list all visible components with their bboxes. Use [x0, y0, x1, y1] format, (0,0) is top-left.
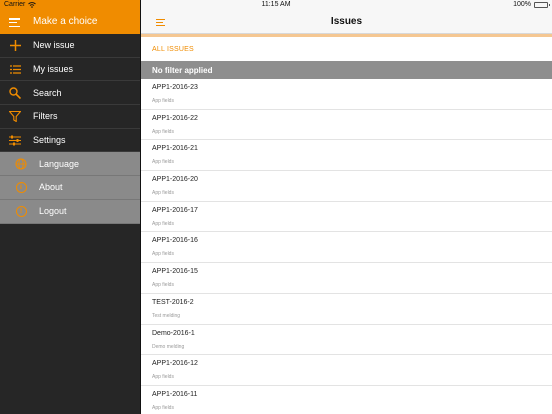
list-item[interactable]: APP1-2016-15 App fields — [141, 263, 552, 294]
issue-code: APP1-2016-16 — [152, 237, 198, 245]
issue-subtitle: App fields — [152, 282, 174, 289]
issue-subtitle: App fields — [152, 404, 174, 411]
list-item[interactable]: APP1-2016-20 App fields — [141, 171, 552, 202]
clock: 11:15 AM — [261, 1, 291, 8]
tab-all-issues[interactable]: ALL ISSUES — [141, 37, 552, 61]
issues-panel: Issues ALL ISSUES No filter applied APP1… — [140, 0, 552, 414]
issue-subtitle: App fields — [152, 251, 174, 258]
sliders-icon — [8, 133, 22, 147]
list-item[interactable]: APP1-2016-17 App fields — [141, 202, 552, 233]
sidebar-item-label: New issue — [33, 40, 75, 51]
list-item[interactable]: APP1-2016-11 App fields — [141, 386, 552, 414]
list-item[interactable]: TEST-2016-2 Test melding — [141, 294, 552, 325]
sidebar-item-label: Filters — [33, 111, 58, 122]
sidebar-item-label: Language — [39, 158, 80, 169]
issue-subtitle: App fields — [152, 190, 174, 197]
battery-icon — [534, 1, 550, 8]
sidebar-item-label: About — [39, 182, 63, 193]
issue-subtitle: App fields — [152, 159, 174, 166]
sidebar-item-label: Settings — [33, 135, 66, 146]
issue-code: TEST-2016-2 — [152, 298, 194, 306]
page-title: Issues — [330, 16, 363, 27]
sidebar-item-filters[interactable]: Filters — [0, 105, 140, 129]
sidebar-item-label: Search — [33, 87, 62, 98]
sidebar-item-my-issues[interactable]: My issues — [0, 58, 140, 82]
battery-indicator: 100% — [513, 1, 550, 8]
list-item[interactable]: APP1-2016-12 App fields — [141, 355, 552, 386]
list-item[interactable]: APP1-2016-23 App fields — [141, 79, 552, 110]
sidebar-item-about[interactable]: i About — [0, 176, 140, 200]
sidebar-item-settings[interactable]: Settings — [0, 129, 140, 153]
filter-status-bar: No filter applied — [141, 61, 552, 79]
issue-subtitle: Test melding — [152, 312, 181, 319]
sidebar-item-language[interactable]: Language — [0, 152, 140, 177]
issue-subtitle: App fields — [152, 98, 174, 104]
issue-code: APP1-2016-23 — [152, 84, 198, 91]
filter-icon — [8, 109, 22, 123]
issue-code: APP1-2016-17 — [152, 206, 198, 214]
sidebar-header-label: Make a choice — [33, 16, 98, 27]
sidebar-item-label: My issues — [33, 64, 74, 75]
issue-code: APP1-2016-21 — [152, 145, 198, 153]
app-screen: Make a choice New issue My issues Search… — [0, 0, 552, 414]
search-icon — [8, 86, 22, 100]
sidebar-menu: Make a choice New issue My issues Search… — [0, 0, 140, 414]
battery-percent: 100% — [513, 1, 531, 8]
list-item[interactable]: APP1-2016-22 App fields — [141, 110, 552, 141]
issue-subtitle: App fields — [152, 128, 174, 135]
list-item[interactable]: APP1-2016-21 App fields — [141, 140, 552, 172]
list-icon — [8, 62, 22, 76]
sidebar-item-new-issue[interactable]: New issue — [0, 34, 140, 58]
sidebar-item-logout[interactable]: ! Logout — [0, 199, 140, 224]
list-item[interactable]: APP1-2016-16 App fields — [141, 232, 552, 264]
issue-subtitle: Demo melding — [152, 343, 185, 350]
logout-icon: ! — [14, 204, 28, 218]
menu-icon — [9, 18, 20, 27]
plus-icon — [8, 38, 22, 52]
issue-code: APP1-2016-11 — [152, 390, 198, 398]
list-item[interactable]: Demo-2016-1 Demo melding — [141, 325, 552, 356]
issue-subtitle: App fields — [152, 220, 174, 227]
sidebar-item-label: Logout — [39, 206, 67, 217]
issue-list: APP1-2016-23 App fields APP1-2016-22 App f… — [141, 79, 552, 414]
issue-code: APP1-2016-20 — [152, 176, 198, 184]
issue-code: APP1-2016-12 — [152, 360, 198, 368]
sidebar-item-search[interactable]: Search — [0, 81, 140, 106]
issue-code: APP1-2016-22 — [152, 114, 198, 122]
issue-code: APP1-2016-15 — [152, 268, 198, 276]
issue-subtitle: App fields — [152, 374, 174, 381]
status-bar: Carrier 11:15 AM 100% — [0, 0, 552, 10]
issue-code: Demo-2016-1 — [152, 329, 195, 337]
info-icon: i — [14, 180, 28, 194]
globe-icon — [14, 157, 28, 171]
